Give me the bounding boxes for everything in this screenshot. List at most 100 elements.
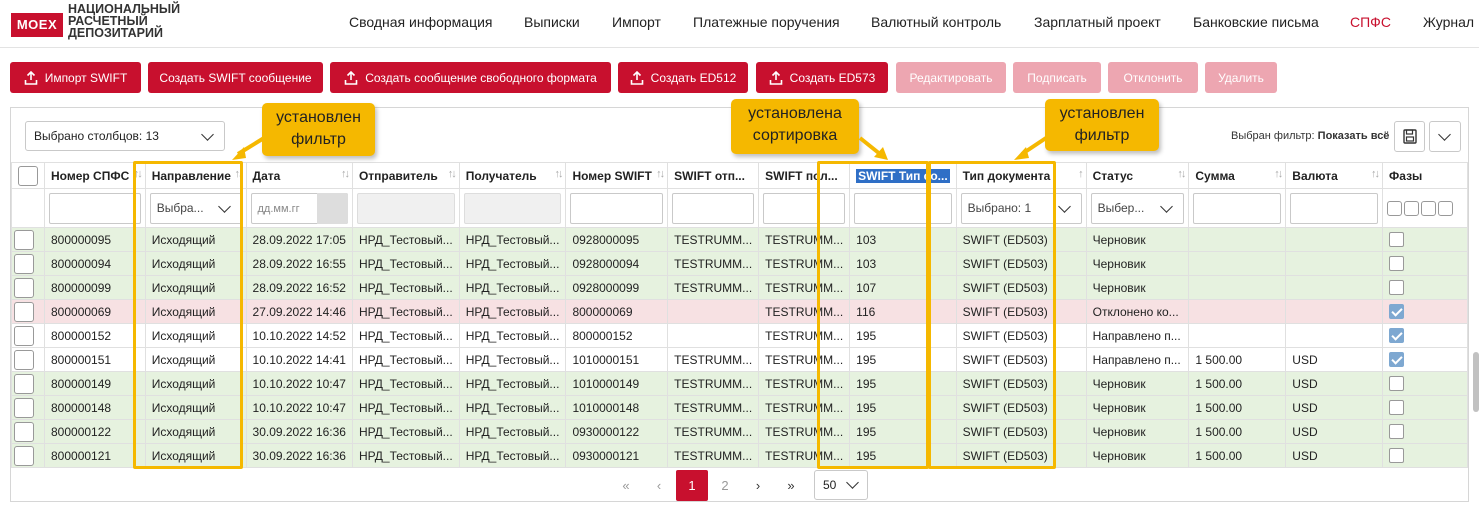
phase-checkbox[interactable] xyxy=(1389,280,1405,296)
row-checkbox[interactable] xyxy=(14,301,34,322)
row-select-cell[interactable] xyxy=(11,227,45,252)
calendar-icon[interactable] xyxy=(316,192,348,224)
filter-swift-sender-input[interactable] xyxy=(672,192,755,224)
header-sender[interactable]: Отправитель ↑↓ xyxy=(351,162,460,189)
nav-payment-orders[interactable]: Платежные поручения xyxy=(693,14,840,30)
filter-cell-empty xyxy=(11,188,45,228)
phase-checkbox[interactable] xyxy=(1389,256,1405,272)
header-swift-sender[interactable]: SWIFT отп... xyxy=(667,162,760,189)
nav-currency-control[interactable]: Валютный контроль xyxy=(871,14,1001,30)
phase-checkbox[interactable] xyxy=(1389,400,1405,416)
phase-checkbox[interactable] xyxy=(1389,424,1405,440)
row-select-cell[interactable] xyxy=(11,347,45,372)
nav-import[interactable]: Импорт xyxy=(612,14,661,30)
expand-button[interactable] xyxy=(1429,121,1461,152)
row-select-cell[interactable] xyxy=(11,395,45,420)
cell-date: 30.09.2022 16:36 xyxy=(245,443,353,468)
row-checkbox[interactable] xyxy=(14,421,34,442)
create-ed573-button[interactable]: Создать ED573 xyxy=(756,62,888,93)
filter-swift-number-input[interactable] xyxy=(570,192,664,224)
nav-bank-letters[interactable]: Банковские письма xyxy=(1193,14,1319,30)
cell-phases[interactable] xyxy=(1382,419,1468,444)
row-select-cell[interactable] xyxy=(11,443,45,468)
row-checkbox[interactable] xyxy=(14,277,34,298)
cell-phases[interactable] xyxy=(1382,443,1468,468)
vertical-scrollbar[interactable] xyxy=(1473,352,1479,412)
filter-phases[interactable] xyxy=(1382,188,1468,228)
row-select-cell[interactable] xyxy=(11,323,45,348)
header-swift-number[interactable]: Номер SWIFT ↑↓ xyxy=(565,162,669,189)
cell-phases[interactable] xyxy=(1382,299,1468,324)
phase-checkbox[interactable] xyxy=(1389,352,1405,368)
row-select-cell[interactable] xyxy=(11,275,45,300)
page-1-button[interactable]: 1 xyxy=(676,470,708,501)
filter-spfs-number-input[interactable] xyxy=(49,192,141,224)
row-checkbox[interactable] xyxy=(14,373,34,394)
row-select-cell[interactable] xyxy=(11,371,45,396)
cell-phases[interactable] xyxy=(1382,371,1468,396)
create-ed512-button[interactable]: Создать ED512 xyxy=(618,62,748,93)
last-page-button[interactable]: » xyxy=(775,470,807,501)
cell-receiver: НРД_Тестовый... xyxy=(458,371,567,396)
page-2-button[interactable]: 2 xyxy=(709,470,741,501)
phase-checkbox[interactable] xyxy=(1389,232,1405,248)
phase-checkbox[interactable] xyxy=(1389,448,1405,464)
next-page-button[interactable]: › xyxy=(742,470,774,501)
phase-checkbox[interactable] xyxy=(1389,376,1405,392)
header-select-all[interactable] xyxy=(11,162,45,189)
nav-summary[interactable]: Сводная информация xyxy=(349,14,493,30)
page-size-select[interactable]: 50 xyxy=(814,470,868,500)
cell-phases[interactable] xyxy=(1382,227,1468,252)
header-receiver[interactable]: Получатель ↑↓ xyxy=(458,162,567,189)
reject-button[interactable]: Отклонить xyxy=(1108,62,1198,93)
header-phases[interactable]: Фазы xyxy=(1382,162,1468,189)
phase-checkbox[interactable] xyxy=(1389,328,1405,344)
nav-spfs[interactable]: СПФС xyxy=(1350,14,1391,30)
column-selector[interactable]: Выбрано столбцов: 13 xyxy=(25,121,225,151)
nav-journal[interactable]: Журнал xyxy=(1423,14,1474,30)
header-currency[interactable]: Валюта ↑↓ xyxy=(1285,162,1384,189)
filter-currency-input[interactable] xyxy=(1290,192,1379,224)
row-select-cell[interactable] xyxy=(11,251,45,276)
cell-sender: НРД_Тестовый... xyxy=(351,371,460,396)
cell-phases[interactable] xyxy=(1382,395,1468,420)
cell-currency: USD xyxy=(1285,443,1384,468)
logo-line: ДЕПОЗИТАРИЙ xyxy=(68,26,163,40)
nav-statements[interactable]: Выписки xyxy=(524,14,580,30)
moex-logo[interactable]: MOEX xyxy=(11,13,63,37)
chevron-down-icon xyxy=(1160,199,1174,213)
callout-filter-doc-type: установлен фильтр xyxy=(1045,99,1159,151)
row-checkbox[interactable] xyxy=(14,445,34,466)
cell-phases[interactable] xyxy=(1382,347,1468,372)
create-swift-button[interactable]: Создать SWIFT сообщение xyxy=(148,62,323,93)
row-checkbox[interactable] xyxy=(14,349,34,370)
cell-phases[interactable] xyxy=(1382,251,1468,276)
phase-checkbox[interactable] xyxy=(1389,304,1405,320)
row-checkbox[interactable] xyxy=(14,253,34,274)
row-select-cell[interactable] xyxy=(11,419,45,444)
create-free-format-button[interactable]: Создать сообщение свободного формата xyxy=(330,62,611,93)
prev-page-button[interactable]: ‹ xyxy=(643,470,675,501)
filter-status-select[interactable]: Выбер... xyxy=(1090,192,1185,224)
header-date[interactable]: Дата ↑↓ xyxy=(245,162,353,189)
edit-button[interactable]: Редактировать xyxy=(896,62,1006,93)
filter-date-input[interactable]: дд.мм.гг xyxy=(250,192,348,224)
filter-amount-input[interactable] xyxy=(1193,192,1282,224)
nav-salary-project[interactable]: Зарплатный проект xyxy=(1034,14,1161,30)
first-page-button[interactable]: « xyxy=(610,470,642,501)
select-all-checkbox[interactable] xyxy=(18,165,38,186)
save-filter-button[interactable] xyxy=(1394,121,1425,152)
row-checkbox[interactable] xyxy=(14,229,34,250)
cell-phases[interactable] xyxy=(1382,323,1468,348)
row-checkbox[interactable] xyxy=(14,325,34,346)
row-select-cell[interactable] xyxy=(11,299,45,324)
sign-button[interactable]: Подписать xyxy=(1013,62,1101,93)
header-spfs-number[interactable]: Номер СПФС ↑↓ xyxy=(44,162,146,189)
header-status[interactable]: Статус ↑↓ xyxy=(1085,162,1190,189)
import-swift-button[interactable]: Импорт SWIFT xyxy=(10,62,141,93)
chevron-down-icon xyxy=(1438,128,1451,141)
delete-button[interactable]: Удалить xyxy=(1205,62,1277,93)
header-amount[interactable]: Сумма ↑↓ xyxy=(1188,162,1287,189)
cell-phases[interactable] xyxy=(1382,275,1468,300)
row-checkbox[interactable] xyxy=(14,397,34,418)
